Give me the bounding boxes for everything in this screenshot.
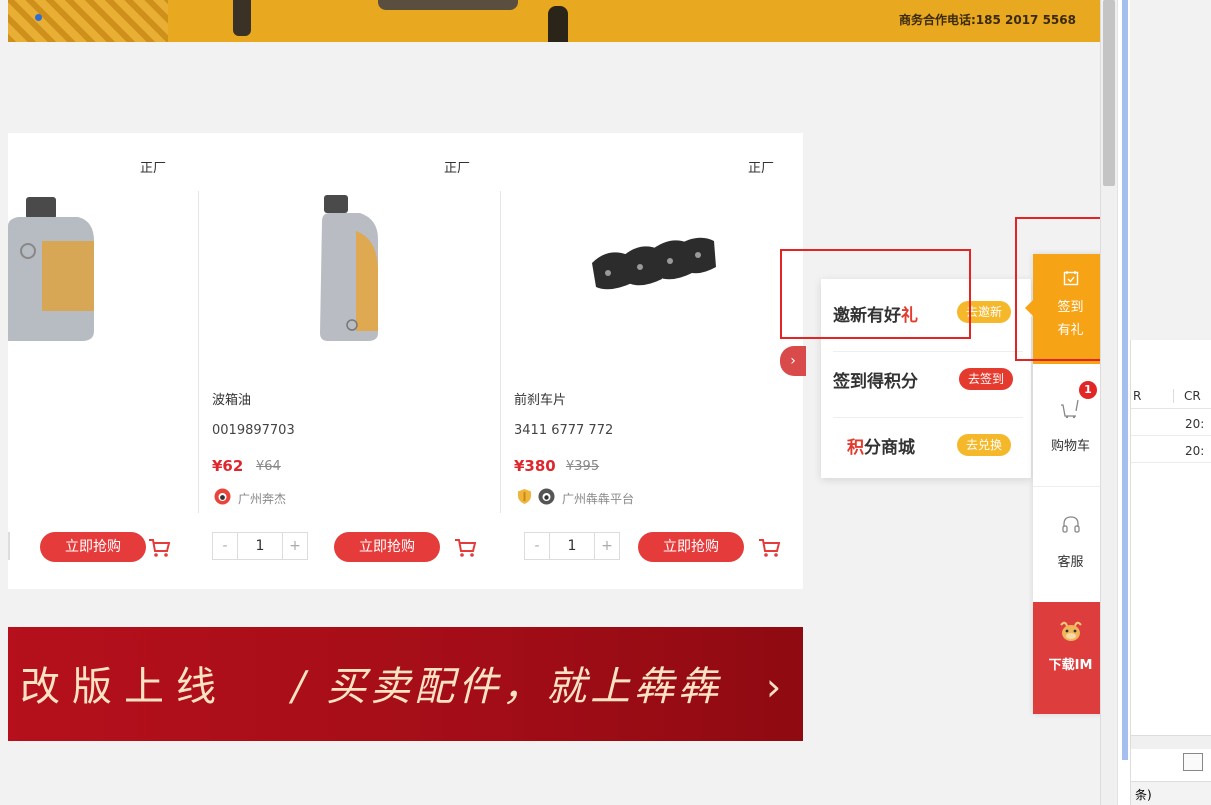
carousel-next-button[interactable]: › [780,346,806,376]
customer-service-label: 客服 [1057,555,1084,570]
quantity-plus-button[interactable]: + [595,533,619,559]
buy-now-button[interactable]: 立即抢购 [638,532,744,562]
headset-icon [1061,516,1080,533]
scrollbar-thumb[interactable] [1103,0,1115,186]
download-im-label: 下载IM [1048,658,1093,673]
sidebar-cart[interactable]: 1 购物车 [1033,379,1100,485]
product-card[interactable]: 正厂 [8,133,198,589]
promo-banner-next-arrow[interactable]: › [766,665,781,709]
product-tag: 正厂 [748,161,775,176]
top-banner[interactable]: 商务合作电话:185 2017 5568 [8,0,1100,42]
page-viewport: 商务合作电话:185 2017 5568 正厂 立即抢购 正厂 波箱油 0019… [8,0,1100,805]
product-image-brake-pads[interactable] [588,233,718,303]
highlight-box-popup [780,249,971,339]
banner-figure-image [548,6,568,42]
product-image-oil-bottle[interactable] [316,191,382,341]
product-name[interactable]: 前刹车片 [514,389,566,408]
product-list-panel: 正厂 立即抢购 正厂 波箱油 0019897703 ¥62 ¥64 广州奔杰 -… [8,133,803,589]
popup-row-checkin[interactable]: 签到得积分 去签到 [833,351,1023,407]
stepper-edge [8,532,10,560]
popup-row-mall[interactable]: 积分商城 去兑换 [833,417,1023,473]
popup-label-highlight: 积 [847,438,864,458]
quantity-minus-button[interactable]: - [525,533,549,559]
product-divider [500,191,501,513]
product-divider [198,191,199,513]
row-divider [1131,435,1211,436]
redeem-button[interactable]: 去兑换 [957,434,1012,456]
popup-checkin-label: 签到得积分 [833,372,918,392]
quantity-stepper[interactable]: - 1 + [524,532,620,560]
cart-count-badge: 1 [1079,381,1097,399]
quantity-input[interactable]: 1 [549,533,595,559]
product-price: ¥380 [514,457,556,475]
column-header[interactable]: R [1133,389,1141,403]
product-card[interactable]: 正厂 波箱油 0019897703 ¥62 ¥64 广州奔杰 - 1 + 立即抢… [198,133,500,589]
popup-label-text: 分商城 [864,438,915,458]
grid-view-icon[interactable] [1183,753,1203,771]
promo-banner-title: 改版上线 [20,664,228,710]
business-phone-text: 商务合作电话:185 2017 5568 [898,13,1076,27]
banner-product-image [378,0,518,10]
window-edge-highlight [1122,0,1128,760]
banner-figure-image [233,0,251,36]
promo-banner[interactable]: 改版上线 / 买卖配件，就上犇犇 › [8,627,803,741]
add-to-cart-icon[interactable] [758,538,780,558]
popup-mall-label: 积分商城 [847,433,915,458]
table-cell[interactable]: 20: [1185,444,1204,458]
quantity-stepper[interactable]: - 1 + [212,532,308,560]
product-card[interactable]: 正厂 前刹车片 3411 6777 772 ¥380 ¥395 广州犇犇平台 -… [500,133,803,589]
product-name[interactable]: 波箱油 [212,389,251,408]
product-price: ¥62 [212,457,244,475]
product-image-oil-bottle[interactable] [8,191,108,341]
store-avatar-icon [538,488,555,505]
product-code: 3411 6777 772 [514,423,614,438]
checkin-button[interactable]: 去签到 [959,368,1014,390]
banner-dot-icon [35,14,42,21]
add-to-cart-icon[interactable] [454,538,476,558]
verified-shield-icon [518,489,531,504]
row-divider [1131,462,1211,463]
background-window: R CR 20: 20: 条) [1130,340,1211,805]
table-cell[interactable]: 20: [1185,417,1204,431]
product-old-price: ¥395 [566,459,600,474]
product-old-price: ¥64 [256,459,281,474]
status-text: 条) [1135,788,1152,802]
cart-label: 购物车 [1050,439,1090,454]
buy-now-button[interactable]: 立即抢购 [40,532,146,562]
status-bar: 条) [1131,781,1211,805]
store-name[interactable]: 广州犇犇平台 [562,490,634,507]
horizontal-scrollbar[interactable] [1131,735,1211,749]
promo-banner-slogan: / 买卖配件，就上犇犇 [292,664,723,710]
sidebar-download-im[interactable]: 下载IM [1033,602,1100,714]
product-code: 0019897703 [212,423,295,438]
mascot-icon [1059,621,1082,641]
column-header[interactable]: CR [1173,389,1201,403]
sidebar-customer-service[interactable]: 客服 [1033,486,1100,598]
quantity-plus-button[interactable]: + [283,533,307,559]
quantity-minus-button[interactable]: - [213,533,237,559]
store-avatar-icon [214,488,231,505]
banner-pattern [8,0,168,42]
table-header: R CR [1131,383,1211,409]
buy-now-button[interactable]: 立即抢购 [334,532,440,562]
quantity-input[interactable]: 1 [237,533,283,559]
store-name[interactable]: 广州奔杰 [238,490,286,507]
product-tag: 正厂 [444,161,471,176]
cart-icon [1060,399,1079,419]
product-tag: 正厂 [140,161,167,176]
add-to-cart-icon[interactable] [148,538,170,558]
